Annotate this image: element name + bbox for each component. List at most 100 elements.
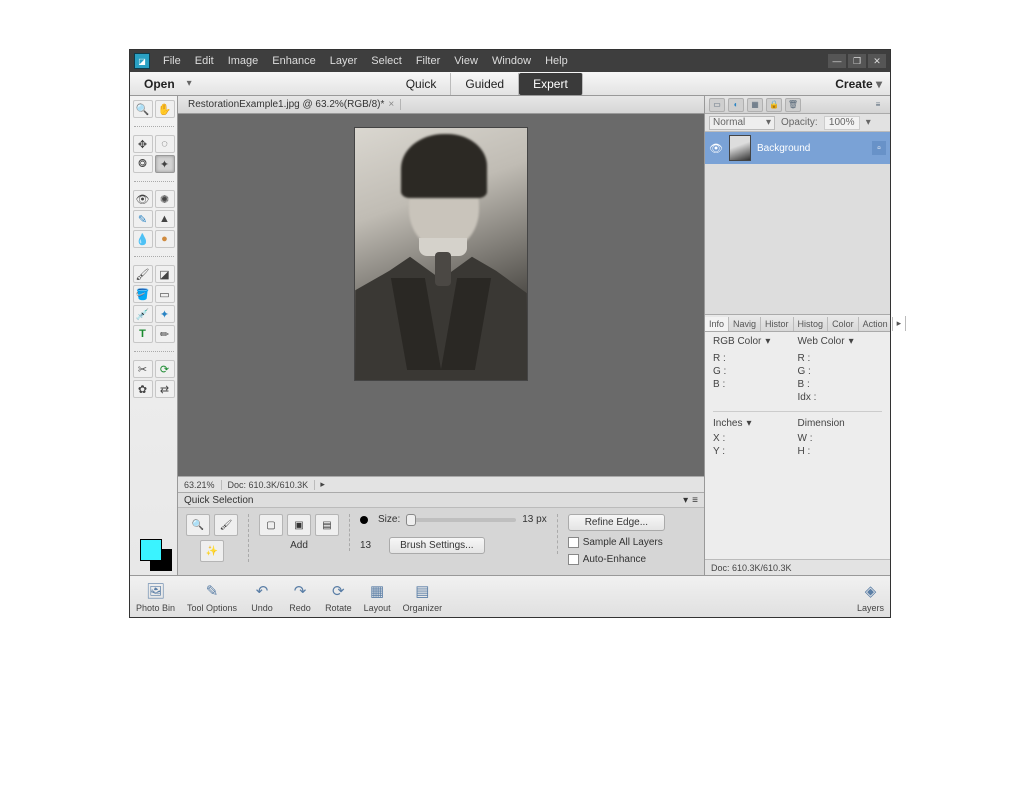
info-tabs-overflow-icon[interactable]: ▸ xyxy=(893,316,907,331)
document-tab[interactable]: RestorationExample1.jpg @ 63.2%(RGB/8)* … xyxy=(182,99,401,110)
eraser-tool[interactable]: ◪ xyxy=(155,265,175,283)
info-tab-navig[interactable]: Navig xyxy=(729,317,761,331)
smart-brush-tool[interactable]: ✎ xyxy=(133,210,153,228)
subtract-selection-button[interactable]: ▤ xyxy=(315,514,339,536)
tool-options-menu-icon[interactable]: ≡ xyxy=(692,495,698,506)
menu-filter[interactable]: Filter xyxy=(409,50,447,72)
delete-layer-icon[interactable]: 🗑 xyxy=(785,98,801,112)
open-dropdown-icon[interactable]: ▾ xyxy=(187,78,192,89)
quick-select-subtool[interactable]: 🔍 xyxy=(186,514,210,536)
zoom-level[interactable]: 63.21% xyxy=(178,480,222,490)
dropdown-icon[interactable]: ▾ xyxy=(849,336,854,347)
bottom-bar: 🖼Photo Bin ✎Tool Options ↶Undo ↷Redo ⟳Ro… xyxy=(130,575,890,617)
paint-bucket-tool[interactable]: 🪣 xyxy=(133,285,153,303)
info-Y: Y : xyxy=(713,446,798,457)
menu-window[interactable]: Window xyxy=(485,50,538,72)
adjustment-layer-icon[interactable]: ◐ xyxy=(728,98,744,112)
lock-layer-icon[interactable]: 🔒 xyxy=(766,98,782,112)
opacity-field[interactable]: 100% xyxy=(824,116,860,130)
type-tool[interactable]: T xyxy=(133,325,153,343)
dropdown-icon[interactable]: ▾ xyxy=(746,418,751,429)
lasso-tool[interactable]: ⭗ xyxy=(133,155,153,173)
tool-options-collapse-icon[interactable]: ▾ xyxy=(683,495,688,506)
mode-bar: Open ▾ QuickGuidedExpert Create ▾ xyxy=(130,72,890,96)
crop-tool[interactable]: ✂ xyxy=(133,360,153,378)
new-layer-icon[interactable]: ▭ xyxy=(709,98,725,112)
move-tool[interactable]: ✥ xyxy=(133,135,153,153)
minimize-button[interactable]: — xyxy=(828,54,846,68)
info-tab-histog[interactable]: Histog xyxy=(794,317,829,331)
web-color-label: Web Color xyxy=(798,336,845,347)
layer-lock-icon[interactable]: ▫ xyxy=(872,141,886,155)
cookie-cutter-tool[interactable]: ✿ xyxy=(133,380,153,398)
quick-selection-tool[interactable]: ✦ xyxy=(155,155,175,173)
layer-panel-menu-icon[interactable]: ≡ xyxy=(870,98,886,112)
open-button[interactable]: Open xyxy=(138,77,181,91)
layers-button[interactable]: ◈Layers xyxy=(857,581,884,613)
brush-tool[interactable]: 🖌 xyxy=(133,265,153,283)
menu-view[interactable]: View xyxy=(447,50,485,72)
selection-brush-subtool[interactable]: 🖌 xyxy=(214,514,238,536)
pencil-tool[interactable]: ✏ xyxy=(155,325,175,343)
magic-wand-subtool[interactable]: ✨ xyxy=(200,540,224,562)
zoom-tool[interactable]: 🔍 xyxy=(133,100,153,118)
info-tab-action[interactable]: Action xyxy=(859,317,893,331)
menu-layer[interactable]: Layer xyxy=(323,50,365,72)
close-button[interactable]: ✕ xyxy=(868,54,886,68)
redo-button[interactable]: ↷Redo xyxy=(287,581,313,613)
add-selection-button[interactable]: ▣ xyxy=(287,514,311,536)
blur-tool[interactable]: 💧 xyxy=(133,230,153,248)
dropdown-icon[interactable]: ▾ xyxy=(765,336,770,347)
sample-all-layers-checkbox[interactable] xyxy=(568,537,579,548)
recompose-tool[interactable]: ⟳ xyxy=(155,360,175,378)
spot-heal-tool[interactable]: ✺ xyxy=(155,190,175,208)
opacity-dropdown-icon[interactable]: ▾ xyxy=(866,117,871,128)
menu-image[interactable]: Image xyxy=(221,50,266,72)
menu-edit[interactable]: Edit xyxy=(188,50,221,72)
shape-tool[interactable]: ✦ xyxy=(155,305,175,323)
info-H: H : xyxy=(798,446,883,457)
layer-row-background[interactable]: 👁 Background ▫ xyxy=(705,132,890,164)
sample-all-label: Sample All Layers xyxy=(583,537,663,548)
blend-mode-dropdown[interactable]: Normal▾ xyxy=(709,116,775,130)
layout-button[interactable]: ▦Layout xyxy=(364,581,391,613)
foreground-color-swatch[interactable] xyxy=(140,539,162,561)
menu-select[interactable]: Select xyxy=(364,50,409,72)
layer-mask-icon[interactable]: ▦ xyxy=(747,98,763,112)
brush-settings-button[interactable]: Brush Settings... xyxy=(389,537,484,554)
info-tab-color[interactable]: Color xyxy=(828,317,859,331)
mode-tab-quick[interactable]: Quick xyxy=(392,73,452,95)
menu-help[interactable]: Help xyxy=(538,50,575,72)
info-idx: Idx : xyxy=(798,392,883,403)
menu-enhance[interactable]: Enhance xyxy=(265,50,322,72)
color-swatches[interactable] xyxy=(136,535,172,571)
undo-button[interactable]: ↶Undo xyxy=(249,581,275,613)
tool-options-button[interactable]: ✎Tool Options xyxy=(187,581,237,613)
gradient-tool[interactable]: ▭ xyxy=(155,285,175,303)
canvas[interactable] xyxy=(178,114,704,476)
create-button[interactable]: Create ▾ xyxy=(835,77,882,91)
visibility-icon[interactable]: 👁 xyxy=(709,141,723,155)
size-slider[interactable] xyxy=(406,518,516,522)
sponge-tool[interactable]: ● xyxy=(155,230,175,248)
straighten-tool[interactable]: ⇄ xyxy=(155,380,175,398)
info-tab-info[interactable]: Info xyxy=(705,317,729,331)
organizer-button[interactable]: ▤Organizer xyxy=(403,581,443,613)
hand-tool[interactable]: ✋ xyxy=(155,100,175,118)
new-selection-button[interactable]: ▢ xyxy=(259,514,283,536)
auto-enhance-checkbox[interactable] xyxy=(568,554,579,565)
marquee-tool[interactable]: ◌ xyxy=(155,135,175,153)
menu-file[interactable]: File xyxy=(156,50,188,72)
maximize-button[interactable]: ❐ xyxy=(848,54,866,68)
info-tab-histor[interactable]: Histor xyxy=(761,317,794,331)
clone-stamp-tool[interactable]: ▲ xyxy=(155,210,175,228)
close-tab-icon[interactable]: × xyxy=(388,99,394,110)
status-menu-icon[interactable]: ▸ xyxy=(315,479,330,490)
photo-bin-button[interactable]: 🖼Photo Bin xyxy=(136,581,175,613)
redeye-tool[interactable]: 👁 xyxy=(133,190,153,208)
mode-tab-expert[interactable]: Expert xyxy=(519,73,583,95)
rotate-button[interactable]: ⟳Rotate xyxy=(325,581,352,613)
mode-tab-guided[interactable]: Guided xyxy=(451,73,519,95)
eyedropper-tool[interactable]: 💉 xyxy=(133,305,153,323)
refine-edge-button[interactable]: Refine Edge... xyxy=(568,514,665,531)
